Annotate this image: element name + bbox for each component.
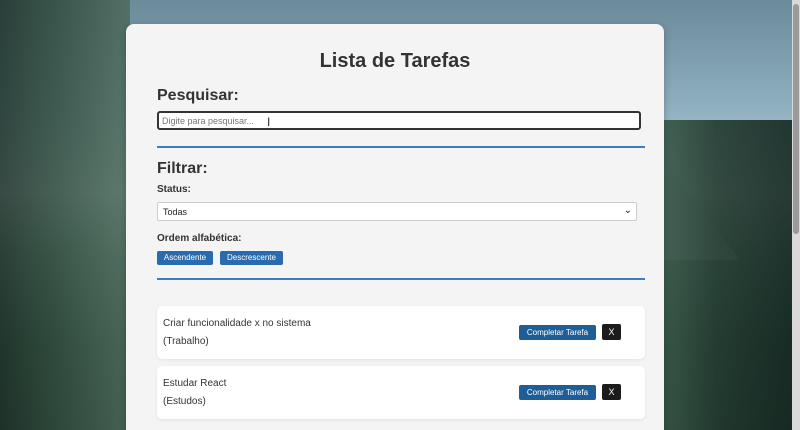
task-text: Criar funcionalidade x no sistema	[163, 318, 311, 329]
scrollbar-thumb[interactable]	[793, 4, 799, 234]
remove-task-button[interactable]: X	[602, 324, 621, 340]
task-category: (Estudos)	[163, 396, 206, 407]
background-trees-right	[660, 120, 800, 430]
remove-task-button[interactable]: X	[602, 384, 621, 400]
background-trees-left	[0, 0, 130, 430]
todo-app-card: Lista de Tarefas Pesquisar: Filtrar: Sta…	[126, 24, 664, 430]
page-scrollbar[interactable]	[792, 0, 800, 430]
task-item: Criar funcionalidade x no sistema (Traba…	[157, 306, 645, 359]
descending-button[interactable]: Descrescente	[220, 251, 283, 265]
task-text: Estudar React	[163, 378, 227, 389]
ascending-button[interactable]: Ascendente	[157, 251, 213, 265]
chevron-down-icon: ⌄	[623, 205, 632, 216]
status-label: Status:	[157, 184, 191, 195]
complete-task-button[interactable]: Completar Tarefa	[519, 325, 596, 340]
complete-task-button[interactable]: Completar Tarefa	[519, 385, 596, 400]
divider	[157, 278, 645, 280]
order-label: Ordem alfabética:	[157, 233, 242, 244]
page-title: Lista de Tarefas	[319, 50, 471, 72]
search-input[interactable]	[157, 111, 641, 130]
status-select[interactable]: Todas ⌄	[157, 202, 637, 221]
filter-heading: Filtrar:	[157, 160, 208, 177]
divider	[157, 146, 645, 148]
task-category: (Trabalho)	[163, 336, 209, 347]
status-select-value: Todas	[163, 207, 188, 217]
search-heading: Pesquisar:	[157, 87, 239, 104]
text-cursor-icon: I	[267, 115, 271, 129]
task-item: Estudar React (Estudos) Completar Tarefa…	[157, 366, 645, 419]
